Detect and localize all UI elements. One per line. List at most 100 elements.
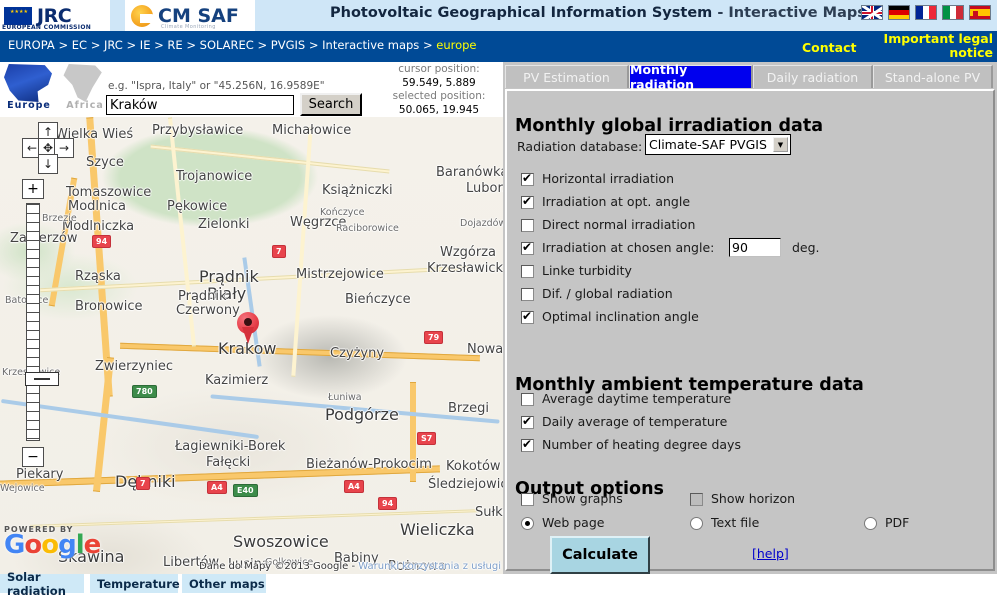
pan-down-button[interactable]: ↓ — [38, 154, 58, 174]
map-layer-tab-solar-radiation[interactable]: Solar radiation — [0, 570, 86, 598]
app-title-main: Photovoltaic Geographical Information Sy… — [330, 5, 713, 21]
europe-map-icon — [4, 64, 54, 102]
breadcrumb-separator: > — [150, 38, 168, 52]
selected-position-label: selected position: — [392, 90, 486, 102]
map-place-label: Modlnica — [68, 199, 126, 214]
language-flags — [861, 5, 991, 20]
map-place-label: Pękowice — [167, 199, 228, 214]
output-show-horizon-checkbox[interactable] — [690, 493, 703, 506]
radiation-database-value: Climate-SAF PVGIS — [649, 137, 767, 152]
zoom-out-button[interactable]: − — [22, 447, 44, 467]
irr-horizontal-irradiation-checkbox[interactable] — [521, 171, 534, 186]
map-place-label: Kokotów — [446, 459, 501, 474]
jrc-logo: JRC EUROPEAN COMMISSION — [0, 0, 110, 31]
breadcrumb-item-interactive-maps[interactable]: Interactive maps — [322, 38, 419, 52]
irr-irradiation-at-opt-angle-label: Irradiation at opt. angle — [542, 194, 691, 209]
map-place-label: Bieńczyce — [345, 292, 411, 307]
format-text-file-radio[interactable] — [690, 517, 703, 530]
breadcrumb-item-jrc[interactable]: JRC — [104, 38, 123, 52]
breadcrumb-separator: > — [122, 38, 140, 52]
selected-position-value: 50.065, 19.945 — [398, 103, 480, 116]
help-link[interactable]: [help] — [752, 546, 789, 561]
road-shield-icon: 7 — [272, 245, 286, 258]
irr-optimal-inclination-angle-checkbox[interactable] — [521, 309, 534, 324]
map-layer-tab-temperature[interactable]: Temperature — [90, 574, 180, 593]
output-show-horizon-label: Show horizon — [711, 491, 796, 506]
road-shield-icon: 780 — [132, 385, 157, 398]
breadcrumb-item-europa[interactable]: EUROPA — [8, 38, 55, 52]
chosen-angle-input[interactable] — [729, 238, 781, 257]
map-layer-tab-other-maps[interactable]: Other maps — [182, 574, 268, 593]
temp-daily-average-of-temperature-checkbox[interactable] — [521, 414, 534, 429]
radiation-database-select[interactable]: Climate-SAF PVGIS ▼ — [645, 134, 791, 155]
zoom-slider-handle[interactable] — [25, 372, 59, 386]
tab-stand-alone-pv[interactable]: Stand-alone PV — [873, 65, 993, 88]
format-web-page-radio[interactable] — [521, 517, 534, 530]
flag-uk-icon[interactable] — [861, 5, 883, 20]
map-place-label: Łuniwa — [328, 392, 362, 403]
search-button[interactable]: Search — [300, 93, 362, 116]
irr-irradiation-at-chosen-angle-checkbox[interactable] — [521, 240, 534, 255]
chevron-down-icon[interactable]: ▼ — [773, 137, 788, 152]
map-canvas[interactable]: Wielka Wieś Przybysławice Michałowice Szyce… — [0, 117, 503, 574]
breadcrumb-item-pvgis[interactable]: PVGIS — [271, 38, 305, 52]
tab-daily-radiation[interactable]: Daily radiation — [753, 65, 873, 88]
map-place-label: Kazimierz — [205, 373, 269, 388]
map-place-label: Śledziejowice — [428, 477, 503, 492]
location-marker[interactable] — [237, 312, 259, 344]
google-logo: POWERED BY Google — [4, 525, 114, 558]
flag-de-icon[interactable] — [888, 5, 910, 20]
radiation-database-label: Radiation database: — [517, 139, 643, 154]
contact-link[interactable]: Contact — [802, 40, 856, 55]
breadcrumb-separator: > — [182, 38, 200, 52]
road-shield-icon: A4 — [207, 481, 227, 494]
map-place-label: Brzegi — [448, 401, 489, 416]
irr-irradiation-at-chosen-angle-label: Irradiation at chosen angle: — [542, 240, 715, 255]
flag-it-icon[interactable] — [942, 5, 964, 20]
position-readout: cursor position: 59.549, 5.889 selected … — [378, 63, 500, 117]
output-show-graphs-checkbox[interactable] — [521, 493, 534, 506]
pvgis-interactive-maps-page: JRC EUROPEAN COMMISSION CM SAF Climate M… — [0, 0, 997, 598]
map-pan-control[interactable]: ↑ ← ✥ → ↓ — [22, 122, 74, 174]
map-zoom-control[interactable]: + − — [22, 179, 59, 469]
irr-irradiation-at-opt-angle-checkbox[interactable] — [521, 194, 534, 209]
temp-number-of-heating-degree-days-checkbox[interactable] — [521, 437, 534, 452]
map-place-label: Baranówka — [436, 165, 503, 180]
breadcrumb-item-ie[interactable]: IE — [140, 38, 151, 52]
breadcrumb-item-europe[interactable]: europe — [436, 38, 476, 52]
continent-europe[interactable]: Europe — [4, 64, 54, 111]
irr-optimal-inclination-angle-label: Optimal inclination angle — [542, 309, 699, 324]
tab-monthly-radiation[interactable]: Monthly radiation — [629, 62, 753, 92]
flag-es-icon[interactable] — [969, 5, 991, 20]
panel-footer-gutter — [503, 574, 997, 598]
zoom-in-button[interactable]: + — [22, 179, 44, 199]
breadcrumb-item-solarec[interactable]: SOLAREC — [200, 38, 254, 52]
map-place-label: Czyżyny — [330, 346, 385, 361]
continent-africa[interactable]: Africa — [60, 64, 110, 111]
search-input[interactable] — [106, 95, 294, 115]
map-terms-link[interactable]: Warunki korzystania z usługi — [358, 561, 501, 572]
temp-daily-average-of-temperature-label: Daily average of temperature — [542, 414, 728, 429]
map-place-label: Wzgórza — [440, 245, 497, 260]
irr-dif-global-radiation-checkbox[interactable] — [521, 288, 534, 301]
map-place-label: Tomaszowice — [66, 185, 152, 200]
flag-fr-icon[interactable] — [915, 5, 937, 20]
format-pdf-radio[interactable] — [864, 517, 877, 530]
breadcrumb-separator: > — [253, 38, 271, 52]
top-header-bar: JRC EUROPEAN COMMISSION CM SAF Climate M… — [0, 0, 997, 31]
zoom-slider-track[interactable] — [25, 203, 59, 441]
map-place-label: Raciborowice — [336, 223, 399, 234]
continent-selector: Europe Africa — [4, 64, 110, 111]
breadcrumb-item-ec[interactable]: EC — [72, 38, 87, 52]
tab-pv-estimation[interactable]: PV Estimation — [505, 65, 629, 88]
map-place-label: Piekary — [16, 467, 64, 482]
calculate-button[interactable]: Calculate — [550, 536, 650, 574]
map-place-label: Bieżanów-Prokocim — [306, 457, 432, 472]
map-place-label: Szyce — [86, 155, 124, 170]
irr-linke-turbidity-checkbox[interactable] — [521, 265, 534, 278]
breadcrumb-item-re[interactable]: RE — [167, 38, 182, 52]
map-place-label: Trojanowice — [176, 169, 253, 184]
temp-average-daytime-temperature-checkbox[interactable] — [521, 393, 534, 406]
legal-notice-link[interactable]: Important legal notice — [853, 32, 993, 60]
irr-direct-normal-irradiation-checkbox[interactable] — [521, 219, 534, 232]
